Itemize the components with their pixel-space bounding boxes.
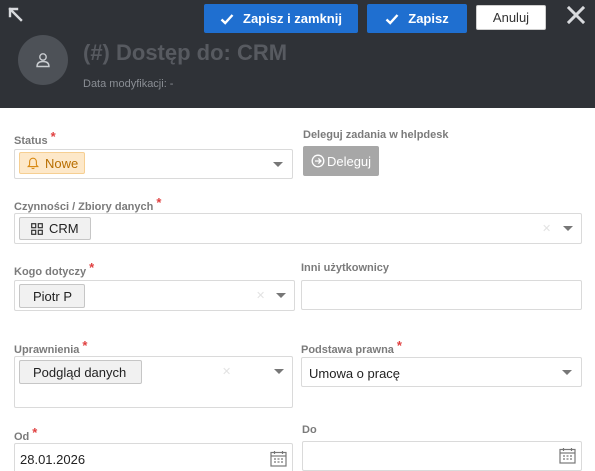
clear-icon[interactable]: ✕ xyxy=(256,289,265,302)
grid-icon xyxy=(31,222,43,235)
legal-basis-label: Podstawa prawna * xyxy=(301,338,402,356)
status-badge: Nowe xyxy=(19,152,85,174)
save-and-close-label: Zapisz i zamknij xyxy=(243,11,342,26)
legal-basis-select[interactable]: Umowa o pracę xyxy=(301,357,582,387)
check-icon xyxy=(220,13,234,25)
calendar-icon[interactable] xyxy=(270,450,287,467)
status-value: Nowe xyxy=(45,155,79,171)
page-title: (#) Dostęp do: CRM xyxy=(83,40,288,65)
cancel-button[interactable]: Anuluj xyxy=(476,5,546,30)
save-label: Zapisz xyxy=(408,11,449,26)
delegate-button[interactable]: Deleguj xyxy=(303,146,379,176)
calendar-icon[interactable] xyxy=(559,447,576,464)
chevron-down-icon xyxy=(273,162,283,167)
bell-icon xyxy=(27,157,39,169)
close-icon[interactable] xyxy=(566,5,586,25)
delegate-button-label: Deleguj xyxy=(326,153,372,169)
person-chip-label: Piotr P xyxy=(33,288,73,304)
date-from-label: Od * xyxy=(14,425,38,443)
required-marker: * xyxy=(89,260,95,275)
required-marker: * xyxy=(156,195,162,210)
modification-date: Data modyfikacji: - xyxy=(83,78,174,90)
clear-icon[interactable]: ✕ xyxy=(222,365,231,378)
person-chip[interactable]: Piotr P xyxy=(19,284,85,308)
check-icon xyxy=(385,13,399,25)
status-label: Status * xyxy=(14,129,56,147)
arrow-circle-right-icon xyxy=(311,154,325,168)
clear-icon[interactable]: ✕ xyxy=(542,222,551,235)
concerns-label: Kogo dotyczy * xyxy=(14,260,95,278)
save-button[interactable]: Zapisz xyxy=(367,4,467,33)
expand-arrow-icon[interactable] xyxy=(6,5,24,23)
date-from-value: 28.01.2026 xyxy=(20,452,86,467)
activities-label: Czynności / Zbiory danych * xyxy=(14,195,162,213)
legal-basis-value: Umowa o pracę xyxy=(309,366,401,381)
other-users-input[interactable] xyxy=(301,280,582,310)
required-marker: * xyxy=(32,425,38,440)
activity-chip-label: CRM xyxy=(49,221,79,236)
date-to-input[interactable] xyxy=(302,441,582,471)
delegate-label: Deleguj zadania w helpdesk xyxy=(303,129,449,141)
required-marker: * xyxy=(50,129,56,144)
chevron-down-icon xyxy=(274,369,284,374)
activities-select[interactable]: ✕ xyxy=(14,213,582,244)
user-icon xyxy=(36,53,50,68)
chevron-down-icon xyxy=(563,226,573,231)
permission-chip-label: Podgląd danych xyxy=(33,364,127,380)
permission-chip[interactable]: Podgląd danych xyxy=(19,360,142,384)
date-from-input[interactable]: 28.01.2026 xyxy=(14,443,293,471)
activity-chip[interactable]: CRM xyxy=(19,217,91,240)
chevron-down-icon xyxy=(562,370,572,375)
other-users-label: Inni użytkownicy xyxy=(301,262,390,274)
chevron-down-icon xyxy=(276,293,286,298)
avatar xyxy=(18,35,68,85)
date-to-label: Do xyxy=(302,424,317,436)
dialog-header: Zapisz i zamknij Zapisz Anuluj (#) Dostę… xyxy=(0,0,595,108)
required-marker: * xyxy=(396,338,402,353)
permissions-label: Uprawnienia * xyxy=(14,338,88,356)
required-marker: * xyxy=(82,338,88,353)
save-and-close-button[interactable]: Zapisz i zamknij xyxy=(204,4,358,33)
